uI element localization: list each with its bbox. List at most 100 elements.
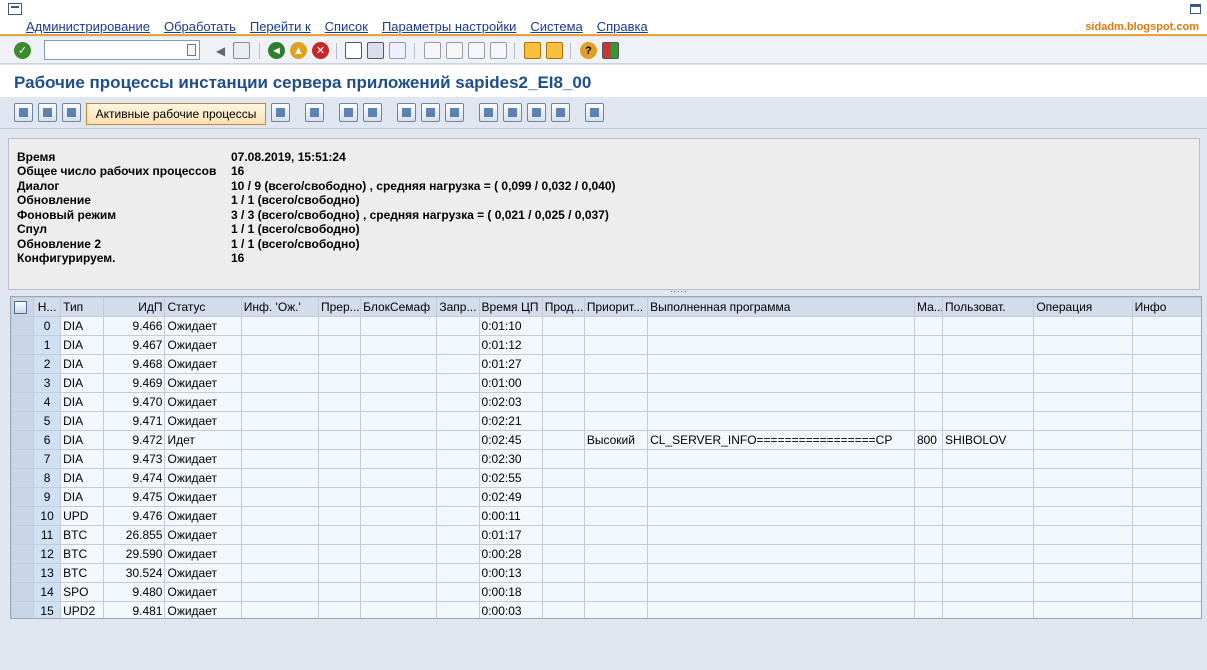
column-header[interactable]: Время ЦП: [478, 297, 543, 317]
column-header[interactable]: Тип: [60, 297, 105, 317]
table-cell[interactable]: [942, 316, 1035, 336]
table-cell[interactable]: [240, 601, 319, 618]
table-cell[interactable]: [942, 544, 1035, 564]
table-cell[interactable]: [1131, 316, 1201, 336]
table-cell[interactable]: Ожидает: [164, 392, 242, 412]
table-cell[interactable]: BTC: [60, 525, 105, 545]
table-cell[interactable]: [913, 506, 944, 526]
table-row[interactable]: 2 DIA 9.468 Ожидает 0:01:27: [11, 354, 1201, 374]
table-cell[interactable]: [360, 449, 438, 469]
table-cell[interactable]: [647, 335, 915, 355]
table-row[interactable]: 0 DIA 9.466 Ожидает 0:01:10: [11, 316, 1201, 336]
table-cell[interactable]: [913, 582, 944, 602]
table-cell[interactable]: [360, 392, 438, 412]
table-cell[interactable]: DIA: [60, 449, 105, 469]
table-cell[interactable]: [942, 335, 1035, 355]
table-cell[interactable]: [647, 563, 915, 583]
select-all-cell[interactable]: [11, 297, 35, 317]
table-cell[interactable]: Ожидает: [164, 354, 242, 374]
table-cell[interactable]: Ожидает: [164, 525, 242, 545]
table-cell[interactable]: [942, 354, 1035, 374]
table-cell[interactable]: [647, 506, 915, 526]
previous-page-icon[interactable]: [446, 42, 463, 59]
table-cell[interactable]: 8: [33, 468, 62, 488]
menu-administration[interactable]: Администрирование: [26, 19, 150, 34]
table-cell[interactable]: Ожидает: [164, 601, 242, 618]
table-cell[interactable]: [583, 506, 649, 526]
column-view-icon[interactable]: [421, 103, 440, 122]
table-cell[interactable]: 1: [33, 335, 62, 355]
table-cell[interactable]: [240, 544, 319, 564]
table-cell[interactable]: [1131, 506, 1201, 526]
print-list-icon[interactable]: [339, 103, 358, 122]
table-cell[interactable]: Идет: [164, 430, 242, 450]
table-cell[interactable]: [541, 354, 585, 374]
table-cell[interactable]: [317, 544, 362, 564]
create-session-icon[interactable]: [524, 42, 541, 59]
table-cell[interactable]: [1131, 468, 1201, 488]
table-cell[interactable]: [436, 468, 480, 488]
table-cell[interactable]: [436, 525, 480, 545]
settings-icon[interactable]: [271, 103, 290, 122]
table-cell[interactable]: [647, 354, 915, 374]
refresh-icon[interactable]: [14, 103, 33, 122]
find-icon[interactable]: [367, 42, 384, 59]
table-cell[interactable]: [317, 601, 362, 618]
table-cell[interactable]: DIA: [60, 430, 105, 450]
menu-goto[interactable]: Перейти к: [250, 19, 311, 34]
table-cell[interactable]: BTC: [60, 544, 105, 564]
select-filter-icon[interactable]: [363, 103, 382, 122]
table-cell[interactable]: [317, 430, 362, 450]
table-cell[interactable]: 0:02:49: [478, 487, 543, 507]
export-icon[interactable]: [479, 103, 498, 122]
table-cell[interactable]: DIA: [60, 468, 105, 488]
table-cell[interactable]: [913, 316, 944, 336]
table-row[interactable]: 10 UPD 9.476 Ожидает 0:00:11: [11, 506, 1201, 526]
table-cell[interactable]: [647, 392, 915, 412]
table-cell[interactable]: 0:00:11: [478, 506, 543, 526]
table-cell[interactable]: [583, 563, 649, 583]
table-cell[interactable]: [647, 373, 915, 393]
table-cell[interactable]: Ожидает: [164, 335, 242, 355]
table-cell[interactable]: [317, 449, 362, 469]
table-cell[interactable]: [913, 392, 944, 412]
table-cell[interactable]: [436, 601, 480, 618]
table-cell[interactable]: BTC: [60, 563, 105, 583]
table-cell[interactable]: DIA: [60, 487, 105, 507]
table-cell[interactable]: [913, 411, 944, 431]
table-cell[interactable]: 0:01:27: [478, 354, 543, 374]
table-cell[interactable]: [541, 544, 585, 564]
table-cell[interactable]: DIA: [60, 354, 105, 374]
table-cell[interactable]: 3: [33, 373, 62, 393]
table-cell[interactable]: [1033, 430, 1133, 450]
table-cell[interactable]: [913, 373, 944, 393]
exit-icon[interactable]: ▲: [290, 42, 307, 59]
table-cell[interactable]: SPO: [60, 582, 105, 602]
table-cell[interactable]: [317, 411, 362, 431]
last-page-icon[interactable]: [490, 42, 507, 59]
table-cell[interactable]: [541, 582, 585, 602]
table-cell[interactable]: 9.475: [103, 487, 166, 507]
row-selector[interactable]: [11, 354, 35, 374]
table-cell[interactable]: [317, 506, 362, 526]
table-cell[interactable]: 5: [33, 411, 62, 431]
table-cell[interactable]: 0:02:03: [478, 392, 543, 412]
arrow-left-icon[interactable]: ◀: [212, 42, 229, 59]
column-header[interactable]: Пользоват.: [942, 297, 1035, 317]
user-icon[interactable]: [62, 103, 81, 122]
table-cell[interactable]: [436, 411, 480, 431]
table-cell[interactable]: [541, 411, 585, 431]
table-cell[interactable]: [583, 373, 649, 393]
table-cell[interactable]: [583, 487, 649, 507]
column-header[interactable]: Запр...: [436, 297, 480, 317]
table-row[interactable]: 13 BTC 30.524 Ожидает 0:00:13: [11, 563, 1201, 583]
table-cell[interactable]: [541, 430, 585, 450]
table-cell[interactable]: Ожидает: [164, 373, 242, 393]
table-cell[interactable]: Ожидает: [164, 487, 242, 507]
table-cell[interactable]: [360, 525, 438, 545]
table-cell[interactable]: [1131, 487, 1201, 507]
layout-menu-icon[interactable]: [602, 42, 619, 59]
first-page-icon[interactable]: [424, 42, 441, 59]
row-selector[interactable]: [11, 411, 35, 431]
table-cell[interactable]: [647, 316, 915, 336]
